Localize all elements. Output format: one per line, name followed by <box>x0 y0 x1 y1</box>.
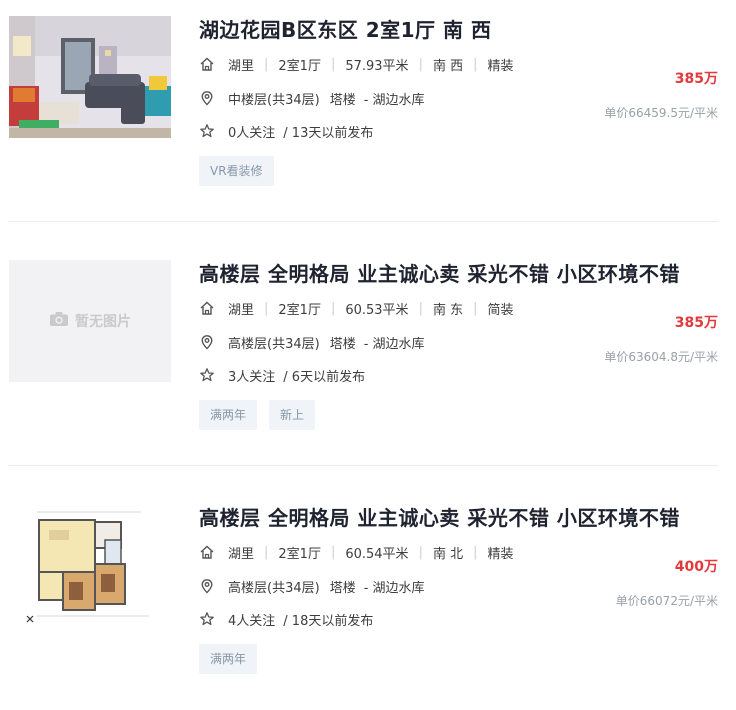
unit-price: 单价66072元/平米 <box>615 594 718 608</box>
tag-two-years[interactable]: 满两年 <box>199 644 258 674</box>
tag-new[interactable]: 新上 <box>269 400 316 430</box>
divider: | <box>473 300 478 316</box>
orientation: 南 西 <box>432 58 464 74</box>
location-link[interactable]: - 湖边水库 <box>364 333 425 352</box>
area: 60.53平米 <box>345 302 409 318</box>
house-icon <box>199 544 215 560</box>
divider: | <box>330 544 336 560</box>
listing-card[interactable]: 暂无图片 高楼层 全明格局 业主诚心卖 采光不错 小区环境不错 湖里 | 2室1… <box>0 244 736 466</box>
no-image-text: 暂无图片 <box>75 314 131 330</box>
decoration: 简装 <box>487 302 514 318</box>
divider: | <box>418 56 423 72</box>
follow-info-row: 4人关注 / 18天以前发布 <box>199 609 373 629</box>
tag-list: VR看装修 <box>199 156 274 186</box>
divider: | <box>418 544 423 560</box>
orientation: 南 东 <box>432 302 464 318</box>
building-type: 塔楼 <box>329 92 356 108</box>
follower-count: 3人关注 <box>228 369 276 385</box>
follow-info-row: 0人关注 / 13天以前发布 <box>199 121 373 141</box>
floor: 中楼层(共34层) <box>228 92 320 108</box>
divider: | <box>473 56 478 72</box>
tag-vr[interactable]: VR看装修 <box>199 156 274 186</box>
tag-two-years[interactable]: 满两年 <box>199 400 258 430</box>
unit-price: 单价63604.8元/平米 <box>604 350 718 364</box>
divider: | <box>418 300 423 316</box>
listing-photo-placeholder[interactable]: 暂无图片 <box>9 260 171 382</box>
publish-time: / 18天以前发布 <box>283 613 374 629</box>
location-link[interactable]: - 湖边水库 <box>364 577 425 596</box>
divider: | <box>330 56 336 72</box>
listing-title[interactable]: 湖边花园B区东区 2室1厅 南 西 <box>199 14 491 43</box>
tag-list: 满两年 新上 <box>199 400 316 430</box>
unit-price: 单价66459.5元/平米 <box>604 106 718 120</box>
total-price: 385万 <box>674 315 718 331</box>
community-name[interactable]: 湖里 <box>228 299 254 318</box>
divider-line <box>8 465 718 466</box>
follower-count: 4人关注 <box>228 613 276 629</box>
location-pin-icon <box>199 90 215 106</box>
listing-card[interactable]: 湖边花园B区东区 2室1厅 南 西 湖里 | 2室1厅 | 57.93平米 | … <box>0 0 736 222</box>
listing-photo[interactable] <box>9 504 171 626</box>
living-room-photo <box>9 16 171 138</box>
divider: | <box>473 544 478 560</box>
publish-time: / 13天以前发布 <box>283 125 374 141</box>
divider: | <box>264 56 269 72</box>
building-type: 塔楼 <box>329 580 356 596</box>
community-name[interactable]: 湖里 <box>228 543 254 562</box>
house-info-row: 湖里 | 2室1厅 | 60.53平米 | 南 东 | 简装 <box>199 298 514 318</box>
listing-photo[interactable] <box>9 16 171 138</box>
position-info-row: 高楼层(共34层) 塔楼 - 湖边水库 <box>199 332 425 352</box>
total-price: 385万 <box>674 71 718 87</box>
divider: | <box>264 300 269 316</box>
orientation: 南 北 <box>432 546 464 562</box>
listing-title[interactable]: 高楼层 全明格局 业主诚心卖 采光不错 小区环境不错 <box>199 258 680 287</box>
area: 57.93平米 <box>345 58 409 74</box>
listing-title[interactable]: 高楼层 全明格局 业主诚心卖 采光不错 小区环境不错 <box>199 502 680 531</box>
building-type: 塔楼 <box>329 336 356 352</box>
house-info-row: 湖里 | 2室1厅 | 60.54平米 | 南 北 | 精装 <box>199 542 514 562</box>
tag-list: 满两年 <box>199 644 258 674</box>
floor: 高楼层(共34层) <box>228 336 320 352</box>
total-price: 400万 <box>674 559 718 575</box>
divider-line <box>8 221 718 222</box>
star-icon <box>199 123 215 139</box>
location-pin-icon <box>199 334 215 350</box>
divider: | <box>330 300 336 316</box>
floor-plan <box>9 504 171 626</box>
area: 60.54平米 <box>345 546 409 562</box>
position-info-row: 高楼层(共34层) 塔楼 - 湖边水库 <box>199 576 425 596</box>
decoration: 精装 <box>487 58 514 74</box>
follower-count: 0人关注 <box>228 125 276 141</box>
decoration: 精装 <box>487 546 514 562</box>
layout: 2室1厅 <box>278 58 321 74</box>
house-info-row: 湖里 | 2室1厅 | 57.93平米 | 南 西 | 精装 <box>199 54 514 74</box>
listing-card[interactable]: 高楼层 全明格局 业主诚心卖 采光不错 小区环境不错 湖里 | 2室1厅 | 6… <box>0 488 736 710</box>
divider: | <box>264 544 269 560</box>
house-icon <box>199 300 215 316</box>
house-icon <box>199 56 215 72</box>
location-link[interactable]: - 湖边水库 <box>364 89 425 108</box>
star-icon <box>199 611 215 627</box>
follow-info-row: 3人关注 / 6天以前发布 <box>199 365 365 385</box>
layout: 2室1厅 <box>278 546 321 562</box>
camera-icon <box>49 311 75 331</box>
no-image-label: 暂无图片 <box>9 260 171 382</box>
publish-time: / 6天以前发布 <box>283 369 366 385</box>
listing-list: 湖边花园B区东区 2室1厅 南 西 湖里 | 2室1厅 | 57.93平米 | … <box>0 0 736 682</box>
star-icon <box>199 367 215 383</box>
floor: 高楼层(共34层) <box>228 580 320 596</box>
layout: 2室1厅 <box>278 302 321 318</box>
location-pin-icon <box>199 578 215 594</box>
position-info-row: 中楼层(共34层) 塔楼 - 湖边水库 <box>199 88 425 108</box>
community-name[interactable]: 湖里 <box>228 55 254 74</box>
